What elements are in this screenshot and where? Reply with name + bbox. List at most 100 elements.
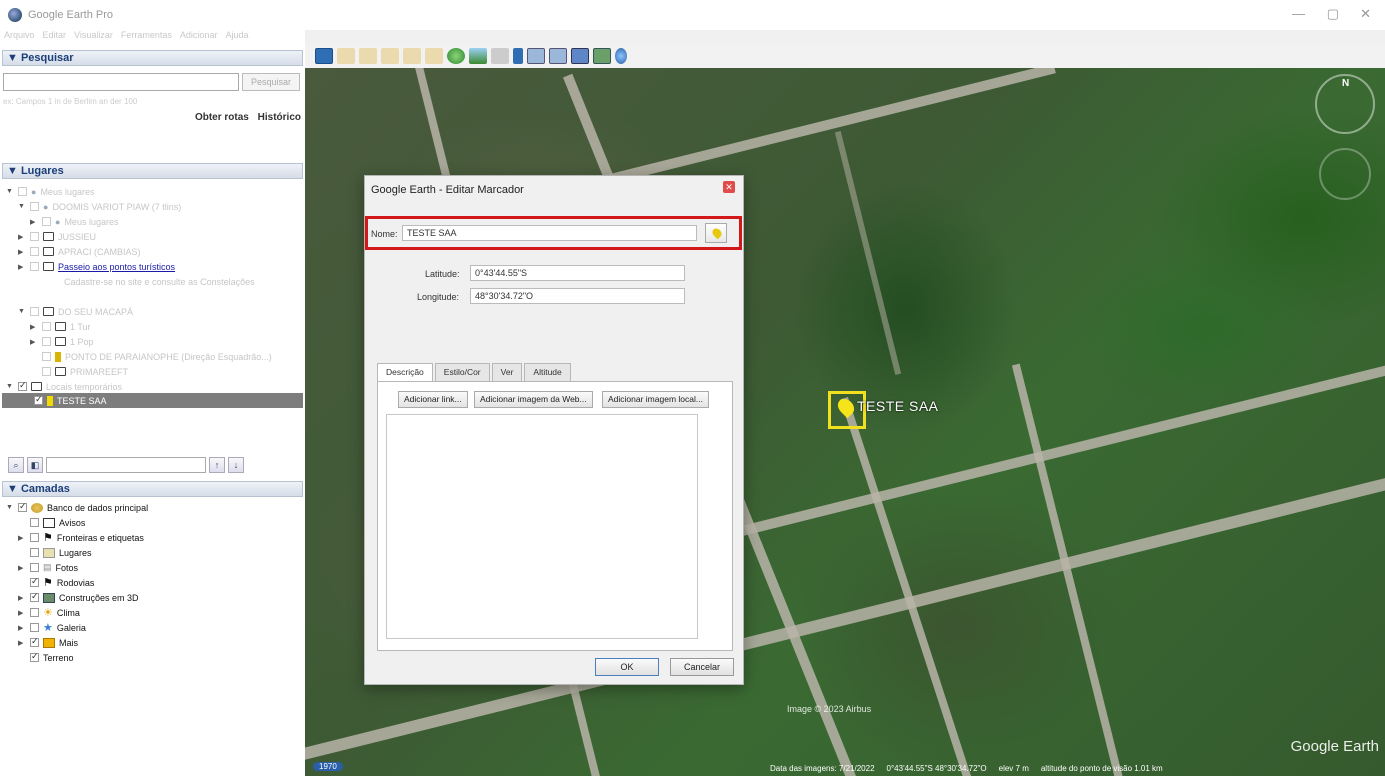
layer-item[interactable]: ▶ Mais: [18, 635, 78, 650]
expand-arrow-icon[interactable]: ▼: [6, 383, 14, 390]
selected-placemark-row[interactable]: TESTE SAA: [2, 393, 303, 408]
layer-item[interactable]: ⚑Rodovias: [30, 575, 94, 590]
checkbox[interactable]: [42, 337, 51, 346]
tab-style-color[interactable]: Estilo/Cor: [434, 363, 490, 381]
checkbox[interactable]: [30, 247, 39, 256]
close-icon[interactable]: ✕: [723, 181, 735, 193]
tree-item[interactable]: ▶ 1 Pop: [30, 334, 94, 349]
layer-item[interactable]: ▶ ▤ Fotos: [18, 560, 78, 575]
add-web-image-button[interactable]: Adicionar imagem da Web...: [474, 391, 593, 408]
places-panel-header[interactable]: ▼ Lugares: [2, 163, 303, 179]
history-link[interactable]: Histórico: [258, 112, 301, 123]
menu-tools[interactable]: Ferramentas: [121, 30, 172, 44]
expand-arrow-icon[interactable]: ▶: [18, 534, 26, 542]
email-icon[interactable]: [527, 48, 545, 64]
add-link-button[interactable]: Adicionar link...: [398, 391, 468, 408]
checkbox[interactable]: [42, 367, 51, 376]
layer-item[interactable]: ▼ Banco de dados principal: [6, 500, 148, 515]
menu-help[interactable]: Ajuda: [225, 30, 248, 44]
tree-item[interactable]: ▼ Locais temporários: [6, 379, 122, 394]
expand-arrow-icon[interactable]: ▼: [18, 308, 26, 315]
tree-item[interactable]: ▼ ● Meus lugares: [6, 184, 94, 199]
expand-arrow-icon[interactable]: ▶: [30, 338, 38, 346]
tree-item[interactable]: ▼ DO SEU MACAPÁ: [18, 304, 133, 319]
view-in-maps-icon[interactable]: [593, 48, 611, 64]
checkbox[interactable]: [30, 232, 39, 241]
add-path-icon[interactable]: [381, 48, 399, 64]
checkbox[interactable]: [30, 651, 39, 662]
layer-item[interactable]: Lugares: [30, 545, 92, 560]
checkbox[interactable]: [18, 187, 27, 196]
checkbox[interactable]: [30, 636, 39, 647]
expand-arrow-icon[interactable]: ▶: [18, 263, 26, 271]
checkbox[interactable]: [34, 394, 43, 405]
checkbox[interactable]: [30, 202, 39, 211]
earth-icon[interactable]: [615, 48, 627, 64]
expand-arrow-icon[interactable]: ▶: [18, 639, 26, 647]
menu-add[interactable]: Adicionar: [180, 30, 218, 44]
checkbox[interactable]: [30, 563, 39, 572]
menu-file[interactable]: Arquivo: [4, 30, 35, 44]
checkbox[interactable]: [30, 518, 39, 527]
placemark-label[interactable]: TESTE SAA: [857, 398, 939, 414]
tab-view[interactable]: Ver: [491, 363, 523, 381]
layer-item[interactable]: ▶ ★ Galeria: [18, 620, 86, 635]
get-directions-link[interactable]: Obter rotas: [195, 112, 249, 123]
expand-arrow-icon[interactable]: ▶: [18, 609, 26, 617]
tree-item[interactable]: ▶ JUSSIEU: [18, 229, 96, 244]
places-filter-input[interactable]: [46, 457, 206, 473]
menu-edit[interactable]: Editar: [43, 30, 67, 44]
longitude-input[interactable]: 48°30'34.72"O: [470, 288, 685, 304]
tab-altitude[interactable]: Altitude: [524, 363, 571, 381]
close-window-button[interactable]: ✕: [1360, 6, 1371, 22]
compass-control[interactable]: N: [1315, 74, 1375, 134]
checkbox[interactable]: [30, 623, 39, 632]
checkbox[interactable]: [42, 217, 51, 226]
expand-arrow-icon[interactable]: ▶: [18, 624, 26, 632]
ok-button[interactable]: OK: [595, 658, 659, 676]
expand-arrow-icon[interactable]: ▶: [18, 594, 26, 602]
historical-imagery-icon[interactable]: [447, 48, 465, 64]
add-local-image-button[interactable]: Adicionar imagem local...: [602, 391, 709, 408]
expand-arrow-icon[interactable]: ▼: [6, 188, 14, 195]
checkbox[interactable]: [30, 576, 39, 587]
tab-description[interactable]: Descrição: [377, 363, 433, 382]
maximize-button[interactable]: ▢: [1327, 6, 1339, 22]
sun-icon[interactable]: [469, 48, 487, 64]
expand-arrow-icon[interactable]: ▶: [18, 564, 26, 572]
expand-arrow-icon[interactable]: ▶: [18, 248, 26, 256]
description-textarea[interactable]: [386, 414, 698, 639]
checkbox[interactable]: [30, 608, 39, 617]
checkbox[interactable]: [18, 501, 27, 512]
latitude-input[interactable]: 0°43'44.55"S: [470, 265, 685, 281]
checkbox[interactable]: [30, 548, 39, 557]
name-input[interactable]: TESTE SAA: [402, 225, 697, 241]
layer-item[interactable]: Avisos: [30, 515, 85, 530]
layer-item[interactable]: ▶ Construções em 3D: [18, 590, 139, 605]
print-icon[interactable]: [549, 48, 567, 64]
checkbox[interactable]: [30, 591, 39, 602]
layer-item[interactable]: ▶ ☀ Clima: [18, 605, 80, 620]
expand-arrow-icon[interactable]: ▼: [18, 203, 26, 210]
search-panel-header[interactable]: ▼ Pesquisar: [2, 50, 303, 66]
tree-item[interactable]: ▶ ● Meus lugares: [30, 214, 118, 229]
add-placemark-icon[interactable]: [337, 48, 355, 64]
placemark-icon-button[interactable]: [705, 223, 727, 243]
tree-item[interactable]: ▶ APRACI (CAMBIAS): [18, 244, 141, 259]
checkbox[interactable]: [18, 380, 27, 391]
sidebar-toggle-icon[interactable]: [315, 48, 333, 64]
minimize-button[interactable]: —: [1292, 6, 1305, 21]
search-places-button[interactable]: ⌕: [8, 457, 24, 473]
menu-view[interactable]: Visualizar: [74, 30, 113, 44]
expand-arrow-icon[interactable]: ▶: [30, 323, 38, 331]
add-polygon-icon[interactable]: [359, 48, 377, 64]
look-control[interactable]: [1319, 148, 1371, 200]
move-down-button[interactable]: ↓: [228, 457, 244, 473]
checkbox[interactable]: [30, 307, 39, 316]
planets-icon[interactable]: [491, 48, 509, 64]
checkbox[interactable]: [42, 322, 51, 331]
record-tour-icon[interactable]: [425, 48, 443, 64]
layer-item[interactable]: Terreno: [30, 650, 74, 665]
layer-item[interactable]: ▶ ⚑ Fronteiras e etiquetas: [18, 530, 144, 545]
expand-arrow-icon[interactable]: ▶: [30, 218, 38, 226]
